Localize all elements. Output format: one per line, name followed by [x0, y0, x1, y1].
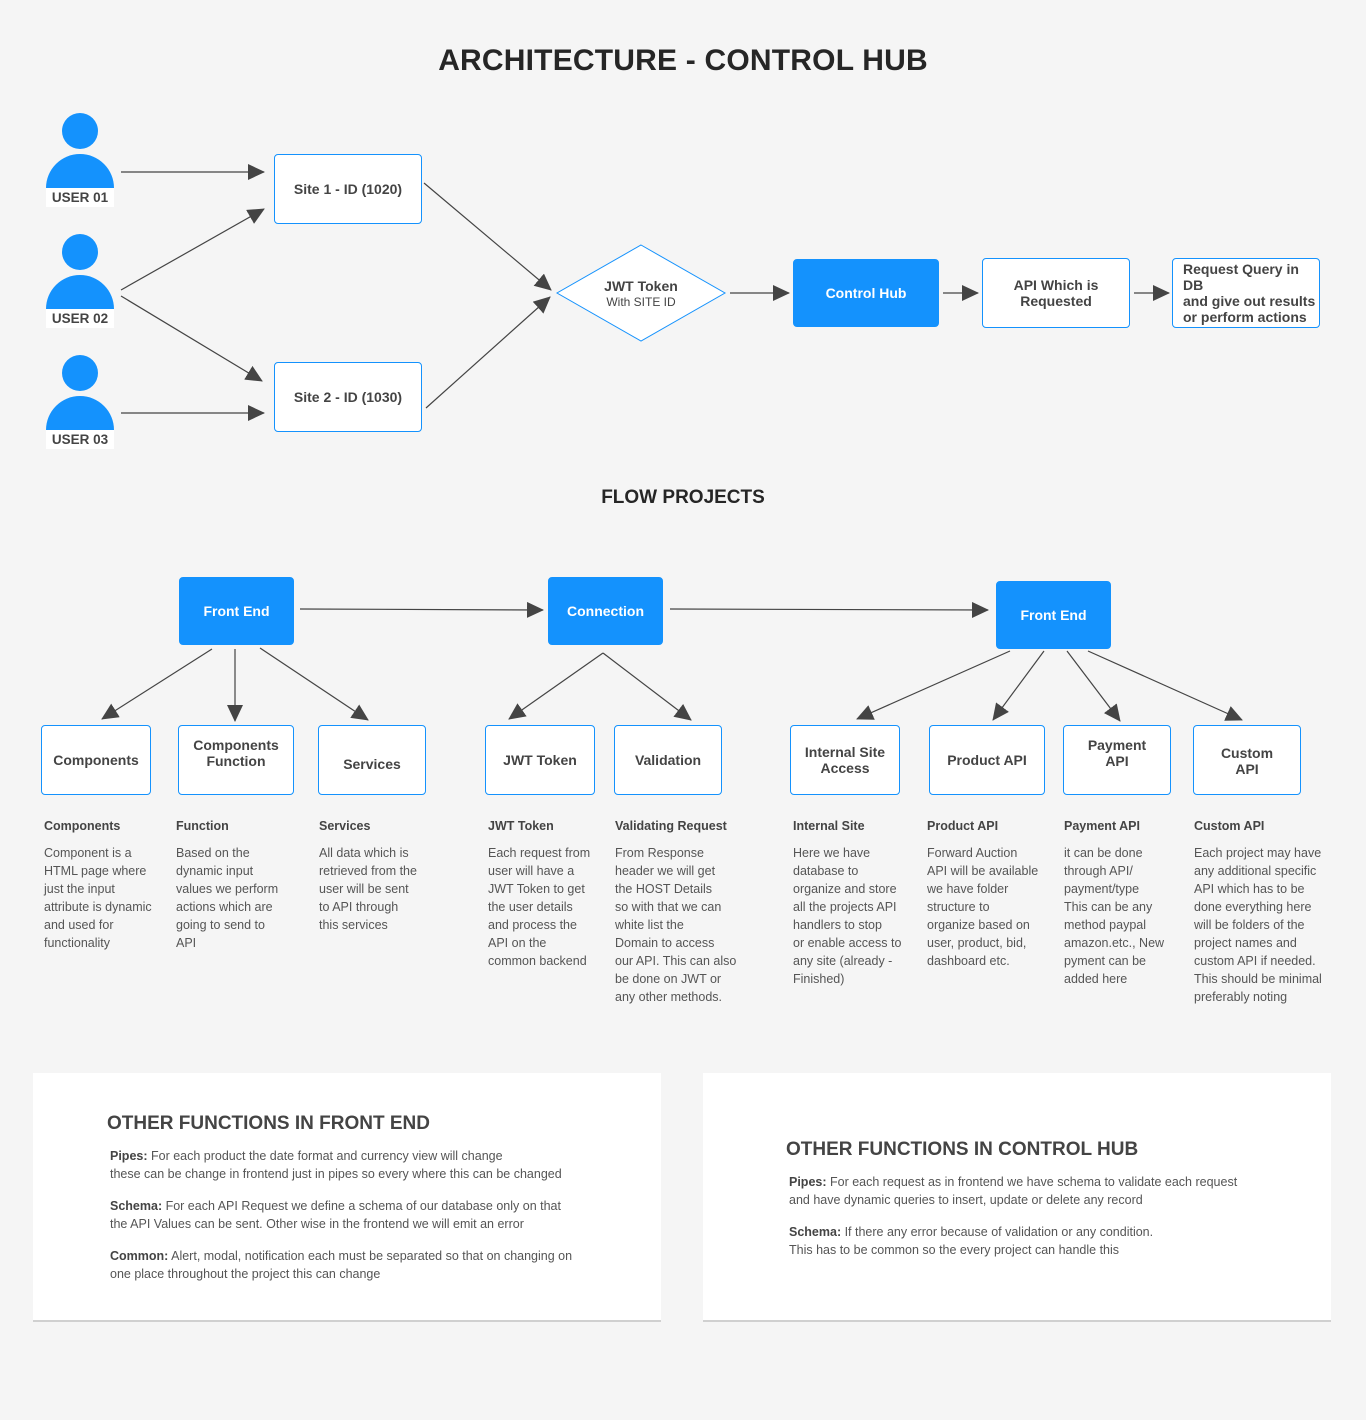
front-end-2-box: Front End	[996, 581, 1111, 649]
description-services: Services All data which is retrieved fro…	[319, 819, 417, 932]
services-box: Services	[318, 725, 426, 795]
flow-projects-title: FLOW PROJECTS	[601, 487, 765, 508]
arrow-conn-validation	[602, 652, 692, 721]
internal-site-access-box: Internal Site Access	[790, 725, 900, 795]
site-1-box: Site 1 - ID (1020)	[274, 154, 422, 224]
jwt-token-diamond: JWT Token With SITE ID	[556, 278, 726, 309]
connection-box: Connection	[548, 577, 663, 645]
arrow-frontend-connection	[299, 601, 544, 618]
front-end-box: Front End	[179, 577, 294, 645]
card-heading: OTHER FUNCTIONS IN FRONT END	[107, 1113, 430, 1134]
arrow-connection-frontend2	[669, 601, 989, 618]
arrow-user2-site2	[120, 295, 263, 382]
arrow-fe2-internal	[856, 650, 1011, 720]
user-label: USER 03	[45, 430, 115, 449]
user-03: USER 03	[45, 355, 115, 449]
user-icon	[62, 355, 98, 391]
card-item-common: Common: Alert, modal, notification each …	[110, 1249, 573, 1281]
description-jwt-token: JWT Token Each request from user will ha…	[488, 819, 591, 968]
arrow-site2-jwt	[425, 296, 551, 409]
user-icon	[62, 234, 98, 270]
card-control-hub-functions: OTHER FUNCTIONS IN CONTROL HUB Pipes: Fo…	[703, 1073, 1331, 1322]
user-01: USER 01	[45, 113, 115, 207]
validation-box: Validation	[614, 725, 722, 795]
control-hub-box: Control Hub	[793, 259, 939, 327]
request-query-box: Request Query in DB and give out results…	[1172, 258, 1320, 328]
arrow-user2-site1	[120, 208, 265, 291]
components-function-box: Components Function	[178, 725, 294, 795]
arrow-site1-jwt	[423, 182, 552, 291]
card-heading: OTHER FUNCTIONS IN CONTROL HUB	[786, 1139, 1139, 1160]
description-validating-request: Validating Request From Response header …	[615, 819, 737, 1004]
arrow-fe-components	[101, 648, 213, 720]
arrow-fe2-product	[992, 650, 1045, 721]
card-item-pipes: Pipes: For each product the date format …	[110, 1149, 562, 1181]
arrow-fe-services	[259, 647, 369, 721]
user-label: USER 01	[45, 188, 115, 207]
jwt-subtitle: With SITE ID	[606, 295, 676, 309]
description-function: Function Based on the dynamic input valu…	[176, 819, 279, 950]
user-label: USER 02	[45, 309, 115, 328]
description-custom-api: Custom API Each project may have any add…	[1194, 819, 1322, 1004]
jwt-token-box: JWT Token	[485, 725, 595, 795]
card-item-schema: Schema: If there any error because of va…	[789, 1225, 1154, 1257]
payment-api-box: Payment API	[1063, 725, 1171, 795]
product-api-box: Product API	[929, 725, 1045, 795]
api-requested-box: API Which is Requested	[982, 258, 1130, 328]
custom-api-box: Custom API	[1193, 725, 1301, 795]
arrow-conn-jwt	[508, 652, 604, 720]
jwt-title: JWT Token	[604, 278, 678, 294]
user-icon	[62, 113, 98, 149]
user-02: USER 02	[45, 234, 115, 328]
description-payment-api: Payment API it can be done through API/ …	[1064, 819, 1165, 986]
description-components: Components Component is a HTML page wher…	[44, 819, 152, 950]
card-front-end-functions: OTHER FUNCTIONS IN FRONT END Pipes: For …	[33, 1073, 661, 1322]
card-item-pipes: Pipes: For each request as in frontend w…	[789, 1175, 1238, 1207]
description-internal-site: Internal Site Here we have database to o…	[793, 819, 902, 986]
description-product-api: Product API Forward Auction API will be …	[927, 819, 1039, 968]
components-box: Components	[41, 725, 151, 795]
card-item-schema: Schema: For each API Request we define a…	[110, 1199, 561, 1231]
site-2-box: Site 2 - ID (1030)	[274, 362, 422, 432]
